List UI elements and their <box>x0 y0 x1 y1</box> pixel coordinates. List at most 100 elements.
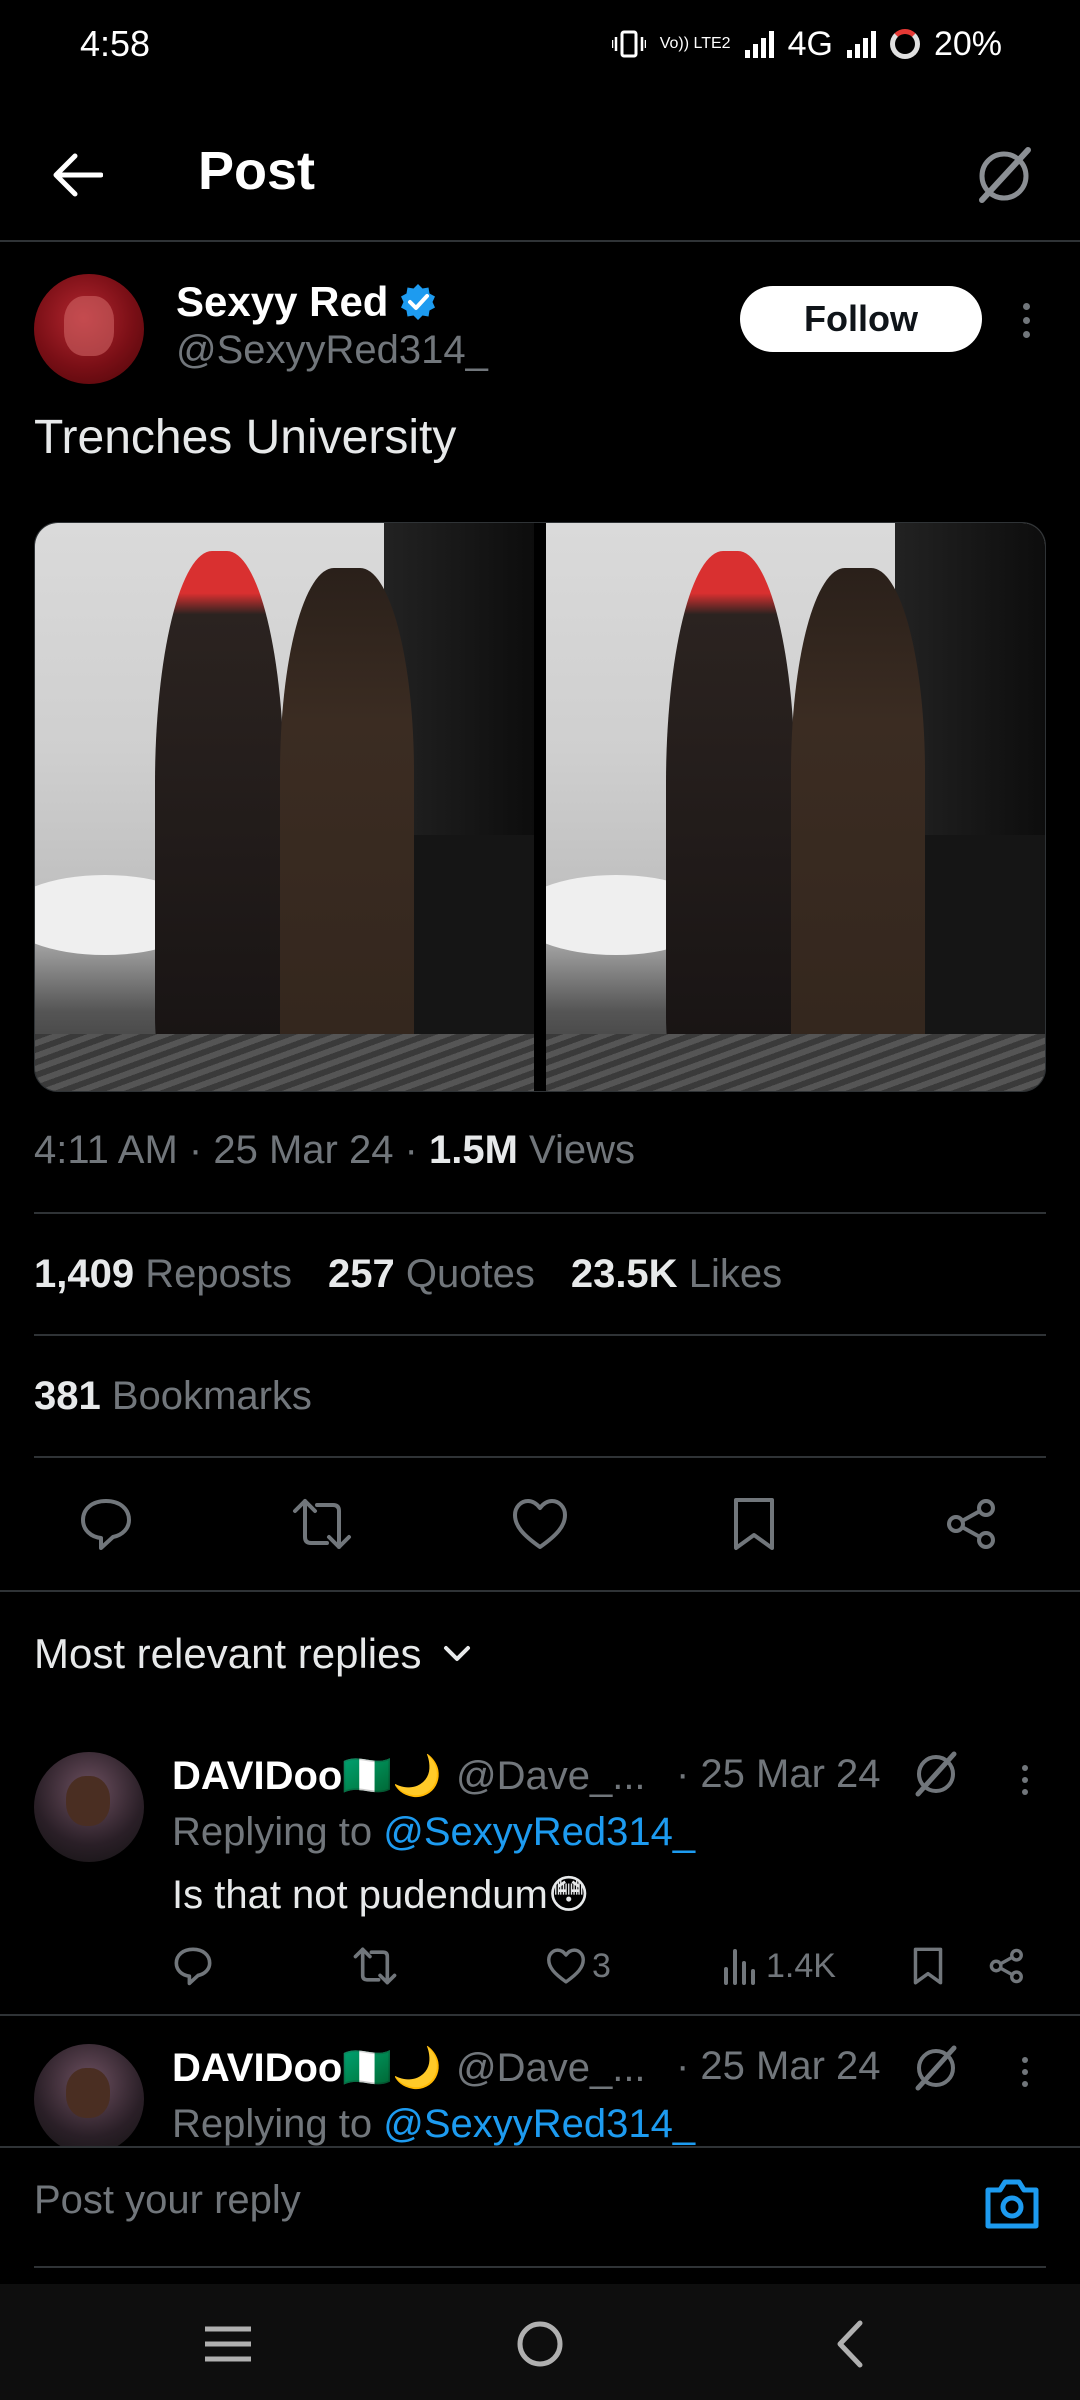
reply-icon <box>81 1499 131 1550</box>
post-text: Trenches University <box>34 411 457 464</box>
likes-label: Likes <box>688 1252 783 1296</box>
actions-divider <box>0 1590 1080 1592</box>
grok-icon[interactable] <box>908 1746 964 1802</box>
quotes-label: Quotes <box>405 1252 535 1296</box>
likes-stat[interactable]: 23.5K Likes <box>571 1252 782 1297</box>
camera-icon[interactable] <box>980 2172 1044 2236</box>
reply-author-name[interactable]: DAVIDoo🇳🇬🌙 <box>172 1752 442 1799</box>
reply-avatar[interactable] <box>34 1752 144 1862</box>
post-photo-1[interactable] <box>35 523 534 1091</box>
bookmarks-count: 381 <box>34 1374 101 1418</box>
reply-author-name[interactable]: DAVIDoo🇳🇬🌙 <box>172 2044 442 2091</box>
author-handle[interactable]: @SexyyRed314_ <box>176 328 488 373</box>
replying-to-prefix: Replying to <box>172 2102 384 2146</box>
replying-to-mention[interactable]: @SexyyRed314_ <box>383 1810 695 1854</box>
replies-sort-dropdown[interactable]: Most relevant replies <box>34 1630 472 1678</box>
replying-to-mention[interactable]: @SexyyRed314_ <box>383 2102 695 2146</box>
heart-icon <box>547 1948 585 1984</box>
reply-button[interactable] <box>74 1492 138 1556</box>
more-options-button[interactable] <box>1006 296 1046 344</box>
reply-reply-button[interactable] <box>172 1938 214 1994</box>
battery-level: 20% <box>933 24 1002 63</box>
replying-to: Replying to @SexyyRed314_ <box>172 1810 695 1855</box>
repost-button[interactable] <box>290 1492 354 1556</box>
reply-repost-button[interactable] <box>352 1938 398 1994</box>
post-photo-2[interactable] <box>546 523 1045 1091</box>
share-icon <box>947 1499 995 1549</box>
header-divider <box>0 240 1080 242</box>
reply-share-button[interactable] <box>988 1938 1026 1994</box>
share-button[interactable] <box>940 1492 1004 1556</box>
reply-action-bar: 3 1.4K <box>172 1938 1042 1994</box>
author-name: Sexyy Red <box>176 278 389 325</box>
bookmarks-label: Bookmarks <box>111 1374 312 1418</box>
status-time: 4:58 <box>80 23 151 64</box>
avatar[interactable] <box>34 274 144 384</box>
recents-button[interactable] <box>198 2314 258 2374</box>
replies-sort-label: Most relevant replies <box>34 1630 422 1677</box>
reply-bookmark-button[interactable] <box>912 1938 944 1994</box>
grok-icon[interactable] <box>908 2044 964 2096</box>
battery-icon <box>889 29 920 59</box>
reply-views-count: 1.4K <box>766 1946 836 1985</box>
views-label: Views <box>517 1128 636 1172</box>
engagement-stats: 1,409 Reposts 257 Quotes 23.5K Likes <box>34 1252 782 1297</box>
reply-author-handle[interactable]: @Dave_... <box>456 1754 646 1799</box>
reply-like-button[interactable]: 3 <box>546 1938 611 1994</box>
reply-item[interactable]: DAVIDoo🇳🇬🌙 @Dave_... · 25 Mar 24 Replyin… <box>0 2044 1080 2146</box>
quotes-stat[interactable]: 257 Quotes <box>328 1252 535 1297</box>
reply-date-wrap: · 25 Mar 24 <box>676 1752 881 1797</box>
meta-divider <box>34 1212 1046 1214</box>
reply-composer: Post your reply <box>0 2146 1080 2268</box>
arrow-left-icon <box>53 153 103 197</box>
signal-2-icon <box>846 30 876 58</box>
bookmark-icon <box>734 1498 774 1550</box>
reposts-stat[interactable]: 1,409 Reposts <box>34 1252 292 1297</box>
chevron-down-icon <box>443 1646 470 1661</box>
vibrate-icon <box>611 30 646 58</box>
status-icons: Vo)) LTE2 4G 20% <box>611 24 1002 64</box>
grok-icon <box>979 147 1031 203</box>
heart-icon <box>513 1499 567 1549</box>
post-action-bar <box>0 1484 1080 1564</box>
replying-to: Replying to @SexyyRed314_ <box>172 2102 695 2146</box>
status-bar: 4:58 Vo)) LTE2 4G 20% <box>0 0 1080 88</box>
post-header: Post <box>0 120 1080 240</box>
views-count: 1.5M <box>428 1128 518 1172</box>
bookmark-stats: 381 Bookmarks <box>34 1374 312 1419</box>
like-button[interactable] <box>508 1492 572 1556</box>
reply-date-wrap: · 25 Mar 24 <box>676 2044 881 2089</box>
composer-underline <box>34 2266 1046 2268</box>
reply-input[interactable]: Post your reply <box>34 2178 301 2223</box>
post-media <box>34 522 1046 1092</box>
reposts-label: Reposts <box>145 1252 292 1296</box>
volte-indicator: Vo)) LTE2 <box>659 35 731 52</box>
home-circle-icon <box>517 2321 563 2367</box>
system-nav-bar <box>0 2284 1080 2400</box>
bookmark-icon <box>913 1947 943 1985</box>
reply-divider <box>0 2014 1080 2016</box>
reply-header: DAVIDoo🇳🇬🌙 @Dave_... <box>172 2044 646 2091</box>
reply-more-button[interactable] <box>1010 2052 1040 2092</box>
reply-date: · 25 Mar 24 <box>676 1752 881 1796</box>
reply-avatar[interactable] <box>34 2044 144 2146</box>
page-title: Post <box>198 141 316 201</box>
reply-item[interactable]: DAVIDoo🇳🇬🌙 @Dave_... · 25 Mar 24 Replyin… <box>0 1751 1080 2012</box>
system-back-button[interactable] <box>820 2314 880 2374</box>
reply-like-count: 3 <box>592 1946 611 1985</box>
reply-text: Is that not pudendum😳 <box>172 1873 590 1917</box>
bookmark-button[interactable] <box>722 1492 786 1556</box>
back-button[interactable] <box>44 142 110 208</box>
home-button[interactable] <box>510 2314 570 2374</box>
reply-more-button[interactable] <box>1010 1760 1040 1800</box>
author-name-row[interactable]: Sexyy Red <box>176 278 438 326</box>
bookmarks-stat[interactable]: 381 Bookmarks <box>34 1374 312 1419</box>
signal-icon <box>744 30 774 58</box>
follow-button[interactable]: Follow <box>740 286 982 352</box>
post-meta: 4:11 AM · 25 Mar 24 · 1.5M Views <box>34 1128 635 1173</box>
reply-author-handle[interactable]: @Dave_... <box>456 2046 646 2091</box>
grok-button[interactable] <box>964 136 1044 216</box>
post-author: Sexyy Red @SexyyRed314_ Follow <box>34 274 1046 386</box>
reply-views-button[interactable]: 1.4K <box>722 1938 836 1994</box>
quotes-count: 257 <box>327 1252 395 1296</box>
